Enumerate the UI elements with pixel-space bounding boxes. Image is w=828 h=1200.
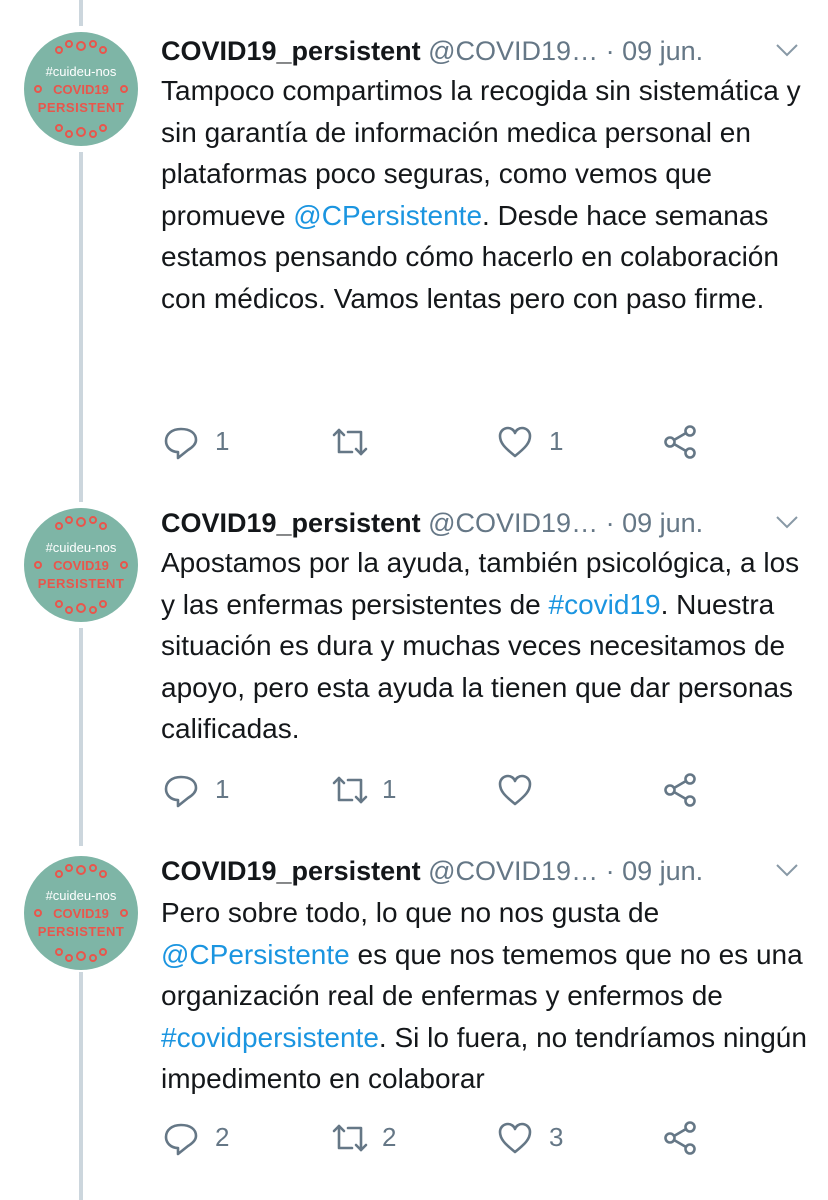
- display-name[interactable]: COVID19_persistent: [161, 36, 421, 66]
- share-button[interactable]: [663, 1120, 699, 1156]
- like-button[interactable]: [497, 772, 577, 808]
- heart-icon: [498, 426, 532, 458]
- share-icon: [664, 1121, 696, 1155]
- separator-dot: ·: [605, 508, 615, 538]
- avatar-line2: PERSISTENT: [37, 924, 125, 939]
- tweet-date[interactable]: 09 jun.: [622, 36, 703, 66]
- avatar-hashtag: #cuideu-nos: [45, 64, 117, 79]
- display-name[interactable]: COVID19_persistent: [161, 508, 421, 538]
- tweet-date[interactable]: 09 jun.: [622, 856, 703, 886]
- reply-count: 1: [215, 774, 230, 804]
- tweet[interactable]: #cuideu-nos COVID19 PERSISTENT COVID19_p…: [0, 826, 828, 1200]
- reply-button[interactable]: 1: [163, 424, 243, 460]
- reply-icon: [164, 427, 198, 460]
- reply-icon: [164, 1123, 198, 1156]
- retweet-icon: [332, 428, 368, 456]
- share-icon: [664, 773, 696, 807]
- avatar-hashtag: #cuideu-nos: [45, 888, 117, 903]
- tweet-text: Apostamos por la ayuda, también psicológ…: [161, 542, 811, 750]
- chevron-down-icon[interactable]: [775, 40, 799, 60]
- avatar-hashtag: #cuideu-nos: [45, 540, 117, 555]
- chevron-down-icon[interactable]: [775, 512, 799, 532]
- display-name[interactable]: COVID19_persistent: [161, 856, 421, 886]
- avatar-line2: PERSISTENT: [37, 100, 125, 115]
- reply-button[interactable]: 1: [163, 772, 243, 808]
- user-handle[interactable]: @COVID19…: [428, 508, 598, 538]
- heart-icon: [498, 774, 532, 806]
- tweet-header: COVID19_persistent @COVID19… · 09 jun.: [161, 506, 801, 540]
- share-button[interactable]: [663, 772, 699, 808]
- retweet-icon: [332, 776, 368, 804]
- avatar-line1: COVID19: [53, 558, 109, 573]
- avatar-line1: COVID19: [53, 906, 109, 921]
- avatar[interactable]: #cuideu-nos COVID19 PERSISTENT: [24, 856, 138, 970]
- like-count: 1: [549, 426, 564, 456]
- avatar-line1: COVID19: [53, 82, 109, 97]
- separator-dot: ·: [605, 856, 615, 886]
- retweet-count: 1: [382, 774, 397, 804]
- hashtag-link[interactable]: #covidpersistente: [161, 1022, 379, 1053]
- reply-count: 1: [215, 426, 230, 456]
- share-icon: [664, 425, 696, 459]
- tweet[interactable]: #cuideu-nos COVID19 PERSISTENT COVID19_p…: [0, 0, 828, 490]
- like-button[interactable]: 3: [497, 1120, 577, 1156]
- retweet-button[interactable]: 1: [330, 772, 410, 808]
- hashtag-link[interactable]: #covid19: [549, 589, 661, 620]
- tweet-text: Pero sobre todo, lo que no nos gusta de …: [161, 892, 811, 1100]
- avatar[interactable]: #cuideu-nos COVID19 PERSISTENT: [24, 508, 138, 622]
- mention-link[interactable]: @CPersistente: [293, 200, 482, 231]
- avatar-line2: PERSISTENT: [37, 576, 125, 591]
- like-button[interactable]: 1: [497, 424, 577, 460]
- avatar[interactable]: #cuideu-nos COVID19 PERSISTENT: [24, 32, 138, 146]
- user-handle[interactable]: @COVID19…: [428, 856, 598, 886]
- retweet-icon: [332, 1124, 368, 1152]
- tweet[interactable]: #cuideu-nos COVID19 PERSISTENT COVID19_p…: [0, 476, 828, 826]
- reply-count: 2: [215, 1122, 230, 1152]
- user-handle[interactable]: @COVID19…: [428, 36, 598, 66]
- separator-dot: ·: [605, 36, 615, 66]
- tweet-header: COVID19_persistent @COVID19… · 09 jun.: [161, 34, 801, 68]
- tweet-text-part: Pero sobre todo, lo que no nos gusta de: [161, 897, 660, 928]
- tweet-header: COVID19_persistent @COVID19… · 09 jun.: [161, 854, 801, 888]
- mention-link[interactable]: @CPersistente: [161, 939, 350, 970]
- tweet-date[interactable]: 09 jun.: [622, 508, 703, 538]
- like-count: 3: [549, 1122, 564, 1152]
- reply-button[interactable]: 2: [163, 1120, 243, 1156]
- retweet-button[interactable]: [330, 424, 410, 460]
- retweet-count: 2: [382, 1122, 397, 1152]
- reply-icon: [164, 775, 198, 808]
- chevron-down-icon[interactable]: [775, 860, 799, 880]
- heart-icon: [498, 1122, 532, 1154]
- tweet-text: Tampoco compartimos la recogida sin sist…: [161, 70, 811, 319]
- share-button[interactable]: [663, 424, 699, 460]
- retweet-button[interactable]: 2: [330, 1120, 410, 1156]
